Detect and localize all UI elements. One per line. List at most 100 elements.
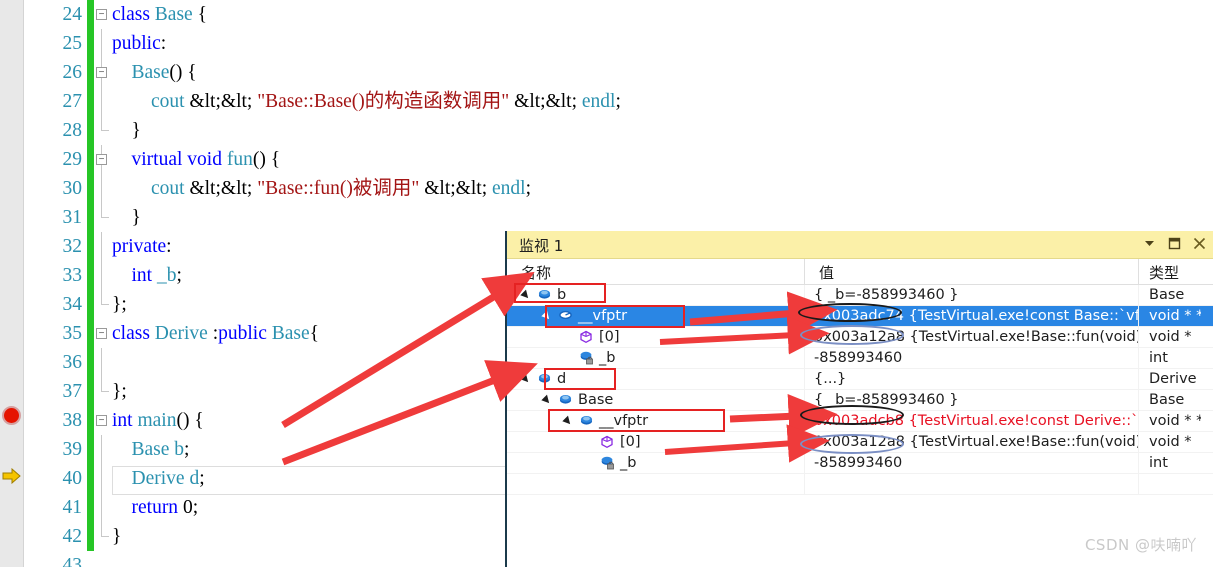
fold-collapse-icon[interactable]: − xyxy=(96,328,107,339)
change-bar xyxy=(87,377,94,406)
csdn-watermark: CSDN @呋喃吖 xyxy=(1084,536,1197,554)
fold-collapse-icon[interactable]: − xyxy=(96,154,107,165)
watch-row-value-cell[interactable]: 0x003a12a8 {TestVirtual.exe!Base::fun(vo… xyxy=(805,327,1139,347)
fold-guide-line xyxy=(101,522,109,537)
array-element-icon xyxy=(579,330,594,345)
code-line-text: }; xyxy=(112,381,127,402)
watch-row[interactable]: __vfptr 0x003adc74 {TestVirtual.exe!const… xyxy=(507,306,1213,327)
watch-row-name-cell[interactable]: Base xyxy=(507,390,805,410)
watch-row[interactable]: b { _b=-858993460 } Base xyxy=(507,285,1213,306)
restore-window-icon[interactable] xyxy=(1166,234,1182,252)
fold-guide-line xyxy=(101,290,109,305)
line-number: 40 xyxy=(62,468,83,489)
watch-grid[interactable]: 名称 值 类型 b { _b=-858993460 } Base __vfptr 0x0… xyxy=(507,259,1213,566)
watch-row-value-cell[interactable]: 0x003adcb8 {TestVirtual.exe!const Derive… xyxy=(805,411,1139,431)
code-line[interactable]: 31 } xyxy=(24,203,1213,232)
watch-row-value-cell[interactable]: { _b=-858993460 } xyxy=(805,285,1139,305)
code-line[interactable]: 25 public: xyxy=(24,29,1213,58)
watch-row-name: Base xyxy=(578,392,614,408)
watch-row-name: __vfptr xyxy=(599,413,649,429)
tree-expander-icon[interactable] xyxy=(519,289,533,303)
code-line-text: public: xyxy=(112,33,167,54)
change-bar xyxy=(87,145,94,174)
editor-indicator-margin[interactable] xyxy=(0,0,24,567)
column-header-name[interactable]: 名称 xyxy=(507,259,805,285)
breakpoint-dot-icon[interactable] xyxy=(2,406,21,425)
fold-guide-line xyxy=(101,348,102,377)
watch-row-type: void * * xyxy=(1149,413,1201,429)
watch-row-type-cell: int xyxy=(1139,348,1201,368)
watch-window[interactable]: 监视 1 名称 值 类型 b {_b=-858993460} Base __… xyxy=(505,231,1213,567)
watch-row-name-cell[interactable]: d xyxy=(507,369,805,389)
line-number: 33 xyxy=(62,265,83,286)
fold-collapse-icon[interactable]: − xyxy=(96,415,107,426)
code-line[interactable]: 29 − virtual void fun() { xyxy=(24,145,1213,174)
code-line-text: }; xyxy=(112,294,127,315)
change-bar xyxy=(87,435,94,464)
watch-row-value-cell[interactable]: 0x003a12a8 {TestVirtual.exe!Base::fun(vo… xyxy=(805,432,1139,452)
code-line-text: class Derive :public Base{ xyxy=(112,323,320,344)
fold-guide-line xyxy=(101,174,102,203)
column-header-type[interactable]: 类型 xyxy=(1139,259,1201,285)
fold-collapse-icon[interactable]: − xyxy=(96,67,107,78)
watch-row-value-cell[interactable]: { _b=-858993460 } xyxy=(805,390,1139,410)
watch-row-value-cell[interactable]: {...} xyxy=(805,369,1139,389)
watch-row-value-cell[interactable]: -858993460 xyxy=(805,453,1139,473)
watch-row-name-cell[interactable]: _b xyxy=(507,348,805,368)
change-bar xyxy=(87,522,94,551)
watch-row[interactable]: [0] 0x003a12a8 {TestVirtual.exe!Base::fun… xyxy=(507,327,1213,348)
watch-row-name-cell[interactable]: [0] xyxy=(507,327,805,347)
line-number: 28 xyxy=(62,120,83,141)
column-header-value[interactable]: 值 xyxy=(805,259,1139,285)
fold-guide-line xyxy=(101,29,102,58)
change-bar xyxy=(87,116,94,145)
code-line[interactable]: 26 − Base() { xyxy=(24,58,1213,87)
watch-row-type-cell: Base xyxy=(1139,390,1201,410)
fold-guide-line xyxy=(101,261,102,290)
watch-empty-row[interactable] xyxy=(507,474,1213,495)
close-icon[interactable] xyxy=(1191,234,1207,252)
change-bar xyxy=(87,203,94,232)
watch-row-value-cell[interactable]: 0x003adc74 {TestVirtual.exe!const Base::… xyxy=(805,306,1139,326)
code-line[interactable]: 28 } xyxy=(24,116,1213,145)
change-bar xyxy=(87,493,94,522)
watch-row-value-cell[interactable]: -858993460 xyxy=(805,348,1139,368)
watch-window-title-bar[interactable]: 监视 1 xyxy=(507,231,1213,259)
watch-rows: b { _b=-858993460 } Base __vfptr 0x003adc74 … xyxy=(507,285,1213,495)
watch-empty-value-cell[interactable] xyxy=(805,474,1139,494)
watch-row[interactable]: [0] 0x003a12a8 {TestVirtual.exe!Base::fun… xyxy=(507,432,1213,453)
watch-row-name: _b xyxy=(620,455,637,471)
watch-row-value: 0x003adcb8 {TestVirtual.exe!const Derive… xyxy=(814,413,1139,429)
watch-row-name-cell[interactable]: __vfptr xyxy=(507,306,805,326)
tree-expander-icon[interactable] xyxy=(561,415,575,429)
field-icon xyxy=(537,288,552,303)
watch-row-type: Derive xyxy=(1149,371,1197,387)
watch-empty-name-cell[interactable] xyxy=(507,474,805,494)
watch-row[interactable]: d {...} Derive xyxy=(507,369,1213,390)
code-line-text: } xyxy=(112,207,141,228)
change-bar xyxy=(87,58,94,87)
screenshot-root: 24− class Base {25 public: 26− Base() {27 c… xyxy=(0,0,1213,567)
field-icon xyxy=(537,372,552,387)
fold-guide-line xyxy=(101,87,102,116)
tree-expander-icon[interactable] xyxy=(519,373,533,387)
watch-row[interactable]: Base { _b=-858993460 } Base xyxy=(507,390,1213,411)
watch-row-name-cell[interactable]: b xyxy=(507,285,805,305)
code-line[interactable]: 24 − class Base { xyxy=(24,0,1213,29)
line-number: 29 xyxy=(62,149,83,170)
watch-row[interactable]: _b -858993460 int xyxy=(507,348,1213,369)
watch-row-type-cell: void * * xyxy=(1139,411,1201,431)
watch-row-name-cell[interactable]: __vfptr xyxy=(507,411,805,431)
watch-row-name-cell[interactable]: _b xyxy=(507,453,805,473)
watch-row-type: void * xyxy=(1149,329,1192,345)
watch-row[interactable]: __vfptr 0x003adcb8 {TestVirtual.exe!const… xyxy=(507,411,1213,432)
watch-row[interactable]: _b -858993460 int xyxy=(507,453,1213,474)
watch-row-name-cell[interactable]: [0] xyxy=(507,432,805,452)
fold-collapse-icon[interactable]: − xyxy=(96,9,107,20)
code-line[interactable]: 27 cout &lt;&lt; "Base::Base()的构造函数调用" &… xyxy=(24,87,1213,116)
tree-expander-icon[interactable] xyxy=(540,394,554,408)
chevron-down-icon[interactable] xyxy=(1141,234,1157,252)
line-number: 36 xyxy=(62,352,83,373)
change-bar xyxy=(87,464,94,493)
code-line[interactable]: 30 cout &lt;&lt; "Base::fun()被调用" &lt;&l… xyxy=(24,174,1213,203)
